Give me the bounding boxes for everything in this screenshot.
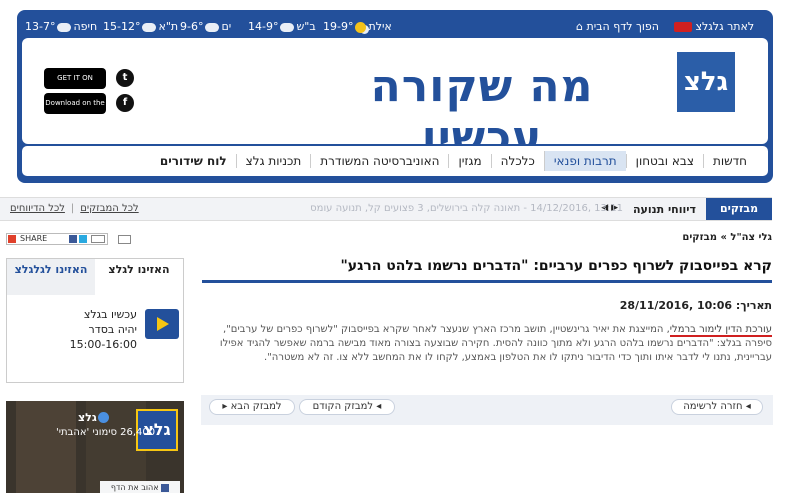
nav-item-7[interactable]: לוח שידורים — [151, 154, 236, 168]
site-link-label: לאתר גלגלצ — [695, 20, 755, 33]
article-title: קרא בפייסבוק לשרוף כפרים ערביים: "הדברים… — [202, 258, 772, 283]
weather-tel-aviv: ת"א 15-12° — [103, 20, 178, 33]
next-flash-button[interactable]: למבזק הבא ▸ — [209, 399, 295, 415]
weather-temp: 19-9° — [323, 20, 354, 33]
facebook-icon[interactable]: f — [116, 94, 134, 112]
banner: GET IT ON Google Play Download on the Ap… — [22, 38, 768, 163]
prev-arrow-icon: ◂ — [376, 401, 382, 412]
breadcrumb[interactable]: גלי צה"ל » מבזקים — [682, 232, 772, 243]
weather-temp: 15-12° — [103, 20, 141, 33]
fb-page-name[interactable]: גלצ — [78, 411, 97, 424]
verified-icon — [98, 412, 109, 423]
app-store-badge[interactable]: Download on the App Store — [44, 93, 106, 128]
nav-item-0[interactable]: חדשות — [702, 154, 756, 168]
prev-label: למבזק הקודם — [312, 401, 374, 412]
weather-sea: ים 9-6° — [180, 20, 231, 33]
galatz-logo[interactable]: גלצ — [677, 52, 741, 118]
weather-temp: 9-6° — [180, 20, 204, 33]
weather-temp: 14-9° — [248, 20, 279, 33]
article-body: עורכת הדין לימור ברמלי, המייצגת את יאיר … — [202, 323, 772, 365]
show-hours: 15:00-16:00 — [69, 338, 137, 351]
fb-likes-count: 26,400 סימוני 'אהבתי' — [56, 427, 156, 438]
sun-icon — [355, 21, 367, 33]
tab-listen-galgalatz[interactable]: האזינו לגלגלצ — [7, 259, 95, 295]
main-nav: חדשות צבא ובטחון תרבות ופנאי כלכלה מגזין האונ… — [22, 146, 768, 176]
homepage-label: הפוך לדף הבית — [586, 20, 659, 33]
share-button[interactable]: SHARE — [6, 233, 108, 245]
set-homepage-link[interactable]: הפוך לדף הבית ⌂ — [576, 20, 659, 33]
show-name: יהיה בסדר — [88, 323, 137, 336]
ticker-links: לכל המבזקים | לכל הדיווחים — [10, 203, 139, 214]
twitter-share-icon — [79, 235, 87, 243]
now-playing: עכשיו בגלצ יהיה בסדר 15:00-16:00 — [47, 307, 137, 352]
weather-haifa: חיפה 13-7° — [25, 20, 97, 33]
date-label: תאריך: — [735, 299, 772, 312]
back-label: חזרה לרשימה — [683, 401, 743, 412]
nav-item-1[interactable]: צבא ובטחון — [625, 154, 703, 168]
back-to-list-button[interactable]: ◂ חזרה לרשימה — [671, 399, 763, 415]
twitter-icon[interactable]: t — [116, 69, 134, 87]
weather-city: ת"א — [158, 20, 179, 33]
weather-city: ים — [221, 20, 232, 33]
next-arrow-icon: ▸ — [222, 401, 228, 412]
nav-item-6[interactable]: תכניות גלצ — [235, 154, 311, 168]
email-share-icon — [91, 235, 105, 243]
share-icon — [8, 235, 16, 243]
google-play-badge[interactable]: GET IT ON Google Play — [44, 68, 106, 103]
highlighted-name: עורכת הדין לימור ברמלי — [669, 324, 772, 337]
weather-temp: 13-7° — [25, 20, 56, 33]
article-nav-bar: ◂ חזרה לרשימה ◂ למבזק הקודם למבזק הבא ▸ — [201, 395, 773, 425]
ticker-tab-flashes[interactable]: מבזקים — [706, 198, 772, 220]
ticker-label-traffic[interactable]: דיווחי תנועה — [633, 203, 696, 216]
share-label: SHARE — [20, 234, 48, 243]
weather-city: חיפה — [73, 20, 98, 33]
article-date: תאריך: 10:06 ,28/11/2016 — [620, 299, 772, 312]
separator: | — [70, 203, 75, 214]
nav-item-2[interactable]: תרבות ופנאי — [543, 151, 626, 171]
weather-city: אילת — [368, 20, 392, 33]
nav-item-5[interactable]: האוניברסיטה המשודרת — [310, 154, 448, 168]
radio-widget: האזינו לגלצ האזינו לגלגלצ עכשיו בגלצ יהי… — [6, 258, 184, 383]
nav-item-3[interactable]: כלכלה — [490, 154, 544, 168]
date-value: 10:06 ,28/11/2016 — [619, 299, 733, 312]
logo-text: גלצ — [683, 67, 729, 97]
tab-listen-galatz[interactable]: האזינו לגלצ — [95, 259, 183, 295]
all-flashes-link[interactable]: לכל המבזקים — [80, 203, 138, 214]
radio-tabs: האזינו לגלצ האזינו לגלגלצ — [7, 259, 183, 295]
weather-city: ב"ש — [296, 20, 316, 33]
weather-eilat: אילת 19-9° — [323, 20, 392, 33]
site-header: חיפה 13-7° ת"א 15-12° ים 9-6° ב"ש 14-9° אילת… — [17, 10, 773, 183]
cloud-icon — [280, 22, 295, 32]
news-ticker: מבזקים דיווחי תנועה ◀ ▶ 13:11 ,14/12/201… — [0, 197, 772, 221]
next-label: למבזק הבא — [230, 401, 282, 412]
mail-icon[interactable] — [118, 235, 131, 244]
home-icon: ⌂ — [576, 20, 583, 33]
cloud-icon — [57, 22, 72, 32]
fb-like-button[interactable]: אהוב את הדף — [100, 481, 180, 493]
galgalatz-logo-icon — [674, 22, 692, 32]
facebook-share-icon — [69, 235, 77, 243]
background-photo — [16, 401, 76, 493]
all-reports-link[interactable]: לכל הדיווחים — [10, 203, 65, 214]
now-label: עכשיו בגלצ — [83, 308, 137, 321]
like-thumb-icon — [161, 483, 170, 492]
app-store-label: Download on the App Store — [45, 99, 105, 128]
facebook-widget[interactable]: גלצ גלצ 26,400 סימוני 'אהבתי' אהוב את הד… — [6, 401, 184, 493]
cloud-icon — [205, 22, 220, 32]
site-link[interactable]: לאתר גלגלצ — [674, 20, 754, 33]
prev-flash-button[interactable]: ◂ למבזק הקודם — [299, 399, 395, 415]
fb-like-label: אהוב את הדף — [110, 483, 159, 492]
weather-beer-sheva: ב"ש 14-9° — [248, 20, 316, 33]
back-arrow-icon: ◂ — [745, 401, 751, 412]
play-icon[interactable] — [145, 309, 179, 339]
cloud-icon — [142, 22, 157, 32]
nav-item-4[interactable]: מגזין — [448, 154, 490, 168]
ticker-text[interactable]: 13:11 ,14/12/2016 - תאונה קלה בירושלים, … — [265, 203, 623, 214]
